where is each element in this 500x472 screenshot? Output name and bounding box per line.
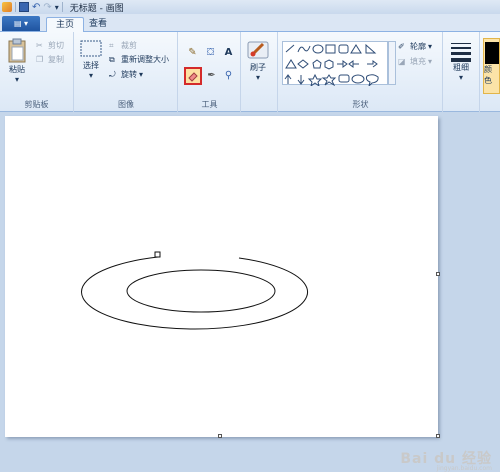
rotate-label: 旋转 — [121, 70, 137, 79]
paste-label: 粘贴 — [9, 65, 25, 74]
image-group-label: 图像 — [118, 100, 134, 109]
title-bar: ↶ ↷ ▾ 无标题 - 画图 — [0, 0, 500, 14]
crop-label: 裁剪 — [121, 41, 137, 50]
brushes-button[interactable]: 刷子 ▾ — [245, 38, 271, 82]
size-button[interactable]: 粗细 ▾ — [449, 40, 473, 82]
select-button[interactable]: 选择 ▾ — [79, 38, 103, 80]
chevron-down-icon: ▾ — [255, 73, 260, 82]
chevron-down-icon: ▾ — [458, 73, 463, 82]
cut-label: 剪切 — [48, 41, 64, 50]
color1-label: 颜色 — [484, 65, 492, 85]
cut-button[interactable]: ✂ 剪切 — [36, 40, 64, 51]
canvas-resize-handle-right[interactable] — [436, 272, 440, 276]
pencil-icon: ✎ — [188, 47, 197, 58]
fill-icon: ◪ — [398, 56, 406, 66]
color1-button[interactable]: 颜色 — [483, 38, 500, 94]
paint-menu-button[interactable]: ▤ ▾ — [2, 16, 40, 31]
canvas-drawing — [81, 251, 309, 330]
copy-icon: ❐ — [36, 54, 44, 64]
select-label: 选择 — [83, 61, 99, 70]
line-width-icon — [451, 43, 471, 62]
qa-separator — [61, 2, 63, 12]
tab-home[interactable]: 主页 — [46, 17, 85, 32]
pencil-tool[interactable]: ✎ — [185, 45, 200, 60]
magnifier-tool[interactable]: ⚲ — [221, 68, 236, 83]
eyedropper-icon: ✒ — [207, 70, 216, 81]
crop-icon: ⌗ — [109, 40, 114, 50]
ribbon-tab-row: ▤ ▾ 主页 查看 — [0, 14, 500, 32]
shapes-gallery[interactable] — [282, 41, 388, 88]
tools-group-label: 工具 — [201, 100, 218, 109]
crop-button[interactable]: ⌗ 裁剪 — [109, 40, 137, 51]
text-tool[interactable]: A — [221, 45, 236, 60]
clipboard-group-label: 剪贴板 — [24, 100, 49, 109]
paste-icon — [8, 38, 26, 63]
chevron-down-icon: ▾ — [428, 57, 433, 66]
chevron-down-icon: ▾ — [139, 70, 144, 79]
image-group: 选择 ▾ ⌗ 裁剪 ⧉ 重新调整大小 ⤾ 旋转 ▾ 图像 — [75, 32, 178, 112]
shapes-gallery-icons — [284, 43, 379, 88]
ribbon: 粘贴 ▾ ✂ 剪切 ❐ 复制 剪贴板 选择 ▾ ⌗ 裁剪 ⧉ 重新调整大小 ⤾ … — [0, 32, 500, 112]
resize-label: 重新调整大小 — [121, 55, 169, 64]
tools-group: ✎ ⛋ A ✒ ⚲ 工具 — [179, 32, 241, 112]
canvas-resize-handle-corner[interactable] — [436, 434, 440, 438]
copy-button[interactable]: ❐ 复制 — [36, 54, 64, 65]
size-group: 粗细 ▾ — [444, 32, 480, 112]
resize-button[interactable]: ⧉ 重新调整大小 — [109, 54, 169, 65]
window-title: 无标题 - 画图 — [69, 3, 124, 14]
redo-icon[interactable]: ↷ — [43, 2, 51, 13]
chevron-down-icon: ▾ — [88, 71, 93, 80]
save-icon[interactable] — [19, 2, 29, 12]
canvas-workarea: Bai du 经验 jingyan.baidu.com — [0, 113, 500, 472]
shapes-gallery-scroll[interactable] — [388, 41, 396, 85]
paste-button[interactable]: 粘贴 ▾ — [6, 38, 28, 84]
brushes-label: 刷子 — [250, 63, 266, 72]
size-label: 粗细 — [453, 63, 469, 72]
drawing-canvas[interactable] — [5, 116, 438, 437]
tab-view[interactable]: 查看 — [80, 17, 116, 32]
paint-app-icon[interactable] — [2, 2, 12, 12]
color1-swatch — [484, 42, 499, 64]
outline-button[interactable]: ✐ 轮廓 ▾ — [398, 41, 432, 52]
eraser-tool[interactable] — [184, 67, 202, 85]
select-icon — [80, 40, 102, 57]
watermark-url: jingyan.baidu.com — [436, 465, 492, 472]
fill-tool[interactable]: ⛋ — [203, 45, 218, 60]
copy-label: 复制 — [48, 55, 64, 64]
fill-button[interactable]: ◪ 填充 ▾ — [398, 56, 432, 67]
rotate-button[interactable]: ⤾ 旋转 ▾ — [109, 69, 143, 80]
eraser-icon — [188, 72, 198, 82]
clipboard-group: 粘贴 ▾ ✂ 剪切 ❐ 复制 剪贴板 — [0, 32, 74, 112]
outline-icon: ✐ — [398, 41, 405, 51]
chevron-down-icon: ▾ — [14, 75, 19, 84]
shapes-group-label: 形状 — [352, 100, 369, 109]
color-picker-tool[interactable]: ✒ — [204, 68, 219, 83]
canvas-resize-handle-bottom[interactable] — [218, 434, 222, 438]
text-icon: A — [224, 47, 233, 58]
chevron-down-icon: ▾ — [428, 42, 433, 51]
scissors-icon: ✂ — [36, 40, 43, 50]
menu-icon: ▤ ▾ — [13, 19, 29, 28]
outline-label: 轮廓 — [410, 42, 426, 51]
fill-label: 填充 — [410, 57, 426, 66]
magnifier-icon: ⚲ — [224, 70, 233, 81]
qa-separator — [15, 2, 16, 12]
brushes-group: 刷子 ▾ — [242, 32, 278, 112]
paint-bucket-icon: ⛋ — [206, 47, 215, 58]
customize-qa-icon[interactable]: ▾ — [55, 3, 59, 12]
resize-icon: ⧉ — [109, 54, 115, 64]
brush-icon — [247, 41, 269, 59]
rotate-icon: ⤾ — [109, 69, 116, 79]
undo-icon[interactable]: ↶ — [32, 2, 40, 13]
